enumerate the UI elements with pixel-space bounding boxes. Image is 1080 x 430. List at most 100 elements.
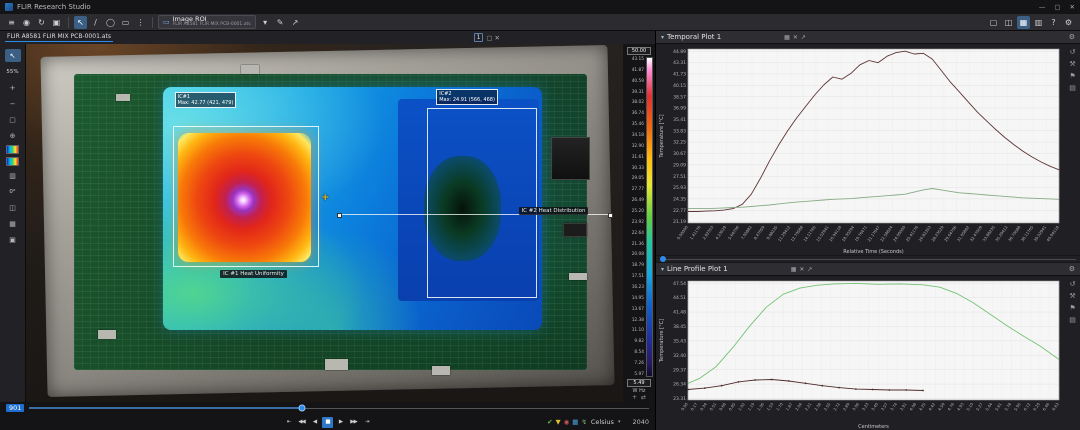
bookmark-icon[interactable]: ⚑ [1069,72,1075,80]
skip-start-icon[interactable]: ⇤ [283,417,294,428]
tab-close-icon[interactable]: ✕ [495,34,500,42]
share-icon[interactable]: ↗ [289,16,302,29]
ellipse-tool-icon[interactable]: ◯ [104,16,117,29]
status-icons: ✔ ▼◉▦↯ [547,418,587,426]
temporal-plot-header: ▾ Temporal Plot 1 ▦✕↗ ⚙ [656,31,1080,44]
collapse-chevron-icon[interactable]: ▾ [661,266,664,273]
maximize-icon[interactable]: ▢ [1054,3,1060,11]
profile-anchor-icon[interactable]: + [322,193,330,203]
chart-options-icon[interactable]: ▤ [1069,84,1076,92]
panel-export-icon[interactable]: ↗ [807,266,812,273]
temperature-units-select[interactable]: Celsius [591,418,614,426]
record-icon[interactable]: ◉ [20,16,33,29]
view-count-badge[interactable]: 1 [474,33,484,42]
colorbar-max[interactable]: 50.00 [627,47,651,55]
menu-icon[interactable]: ≡ [5,16,18,29]
roi1-annotation[interactable]: IC#1 Max: 42.77 (421, 479) [175,92,237,108]
hscroll-track[interactable] [660,259,1076,260]
tab-expand-icon[interactable]: ▢ [486,34,492,42]
timeline-slider[interactable] [29,403,649,413]
zoom-in-icon[interactable]: + [5,81,21,94]
close-icon[interactable]: ✕ [1070,3,1075,11]
layout-wide-icon[interactable]: ▥ [1032,16,1045,29]
line-tool-icon[interactable]: / [89,16,102,29]
palette-alt-icon[interactable] [6,157,19,166]
swap-axes-icon[interactable]: ⇄ [641,394,646,401]
panel-popout-icon[interactable]: ▦ [791,266,797,273]
tools-icon[interactable]: ⚒ [1069,60,1075,68]
roi-dropdown-icon[interactable]: ▾ [259,16,272,29]
temporal-hscrollbar[interactable] [656,255,1080,263]
panel-popout-icon[interactable]: ▦ [784,34,790,41]
more-tools-icon[interactable]: ⋮ [134,16,147,29]
fast-forward-icon[interactable]: ▶▶ [348,417,359,428]
layers-icon[interactable]: ▣ [5,233,21,246]
timeline-handle[interactable] [299,405,306,412]
line-profile-chart[interactable]: 23.3126.3429.3732.4035.4338.4541.4844.51… [656,276,1065,430]
grid-view-icon[interactable]: ▦ [5,217,21,230]
svg-text:30.67: 30.67 [673,151,686,157]
reset-zoom-icon[interactable]: ↺ [1070,280,1076,288]
collapse-chevron-icon[interactable]: ▾ [661,34,664,41]
viewer-tab[interactable]: FLIR A8581 FLIR MIX PCB-0001.ats [5,33,113,42]
colorbar-ticks: 43.1541.8740.5939.3138.0236.7435.4634.18… [625,57,646,377]
reset-zoom-icon[interactable]: ↺ [1070,48,1076,56]
zoom-out-icon[interactable]: − [5,97,21,110]
profile-header-icons: ▦✕↗ [791,266,813,273]
profile-settings-icon[interactable]: ⚙ [1069,265,1075,273]
play-icon[interactable]: ▶ [335,417,346,428]
svg-text:27.51: 27.51 [673,174,686,180]
help-icon[interactable]: ? [1047,16,1060,29]
chart-options-icon[interactable]: ▤ [1069,316,1076,324]
bookmark-icon[interactable]: ⚑ [1069,304,1075,312]
fast-backward-icon[interactable]: ◀◀ [296,417,307,428]
panel-close-icon[interactable]: ✕ [799,266,804,273]
crosshair-icon[interactable]: + [632,394,637,401]
filter-icon[interactable]: ▼ [556,418,561,426]
roi2-rectangle[interactable] [427,108,537,298]
colorbar-tick: 25.20 [632,209,644,214]
layout-single-icon[interactable]: ▢ [987,16,1000,29]
stop-icon[interactable]: ■ [322,417,333,428]
units-caret-icon[interactable]: ▾ [618,419,621,425]
colorbar-min[interactable]: 5.49 [627,379,651,387]
temporal-settings-icon[interactable]: ⚙ [1069,33,1075,41]
camera-icon[interactable]: ◉ [564,418,570,426]
line-profile-header: ▾ Line Profile Plot 1 ▦✕↗ ⚙ [656,263,1080,276]
roi1-title-label[interactable]: IC #1 Heat Uniformity [220,270,287,278]
histogram-icon[interactable]: ▥ [5,169,21,182]
pointer-icon[interactable]: ↖ [5,49,21,62]
pan-icon[interactable]: ⊕ [5,129,21,142]
panel-close-icon[interactable]: ✕ [793,34,798,41]
roi2-annotation[interactable]: IC#2 Max: 24.91 (566, 468) [436,89,498,105]
temporal-plot-chart[interactable]: 21.1922.7724.3525.9327.5129.0930.6732.25… [656,44,1065,255]
roi2-title-label[interactable]: IC #2 Heat Distribution [519,207,589,215]
rect-tool-icon[interactable]: ▭ [119,16,132,29]
cursor-tool-icon[interactable]: ↖ [74,16,87,29]
step-back-icon[interactable]: ◀ [309,417,320,428]
palette-icon[interactable] [6,145,19,154]
line-profile-body: 23.3126.3429.3732.4035.4338.4541.4844.51… [656,276,1080,430]
roi-selector[interactable]: ▭ Image ROI FLIR A8581 FLIR MIX PCB-0001… [158,15,256,29]
layout-grid-icon[interactable]: ▦ [1017,16,1030,29]
recording-ok-icon[interactable]: ✔ [547,418,552,426]
export-status-icon[interactable]: ↯ [581,418,586,426]
tools-icon[interactable]: ⚒ [1069,292,1075,300]
snapshot-icon[interactable]: ▣ [50,16,63,29]
hscroll-handle[interactable] [660,256,666,262]
layers-status-icon[interactable]: ▦ [572,418,578,426]
flip-horizontal-icon[interactable]: ◫ [5,201,21,214]
minimize-icon[interactable]: — [1039,3,1046,11]
thermal-image-canvas[interactable]: IC#1 Max: 42.77 (421, 479) IC#2 Max: 24.… [26,44,623,402]
fit-screen-icon[interactable]: ▢ [5,113,21,126]
layout-split-icon[interactable]: ◫ [1002,16,1015,29]
roi1-rectangle[interactable] [173,126,319,267]
refresh-icon[interactable]: ↻ [35,16,48,29]
app-settings-icon[interactable]: ⚙ [1062,16,1075,29]
cb-icons: +⇄ [625,394,653,401]
panel-export-icon[interactable]: ↗ [801,34,806,41]
roi-edit-icon[interactable]: ✎ [274,16,287,29]
skip-end-icon[interactable]: ⇥ [361,417,372,428]
colorbar-gradient[interactable] [646,57,653,377]
current-frame-badge[interactable]: 901 [6,404,24,412]
